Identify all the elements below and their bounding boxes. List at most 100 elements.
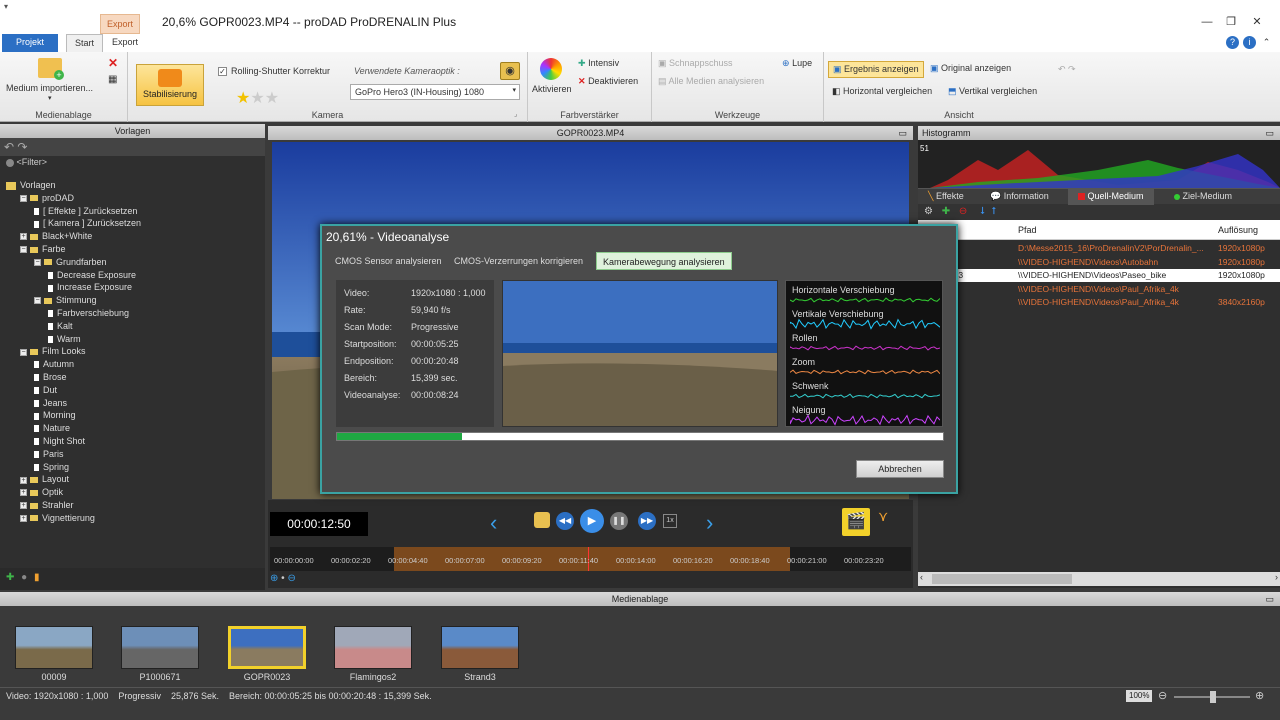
tab-projekt[interactable]: Projekt [2, 34, 58, 52]
zoom-out-icon[interactable]: ⊖ [287, 573, 295, 584]
tab-effekte[interactable]: ╲ Effekte [928, 191, 964, 202]
tab-cmos-verzerrungen[interactable]: CMOS-Verzerrungen korrigieren [448, 252, 589, 270]
speed-button[interactable]: 1x [663, 514, 677, 528]
tree-item[interactable]: − Farbe [20, 244, 66, 254]
media-row[interactable]: 3\\VIDEO-HIGHEND\Videos\Paul_Afrika_4k38… [918, 296, 1280, 309]
folder-add-icon[interactable]: + [38, 58, 64, 80]
zoom-out-icon[interactable]: ⊖ [1158, 688, 1167, 704]
media-row[interactable]: igos2\\VIDEO-HIGHEND\Videos\Paul_Afrika_… [918, 283, 1280, 296]
tree-item[interactable]: − Stimmung [34, 295, 97, 305]
tree-item[interactable]: Vorlagen [6, 180, 56, 190]
redo-icon[interactable]: ↷ [17, 140, 27, 154]
tree-item[interactable]: − Film Looks [20, 346, 86, 356]
tab-information[interactable]: 💬 Information [990, 191, 1049, 202]
tree-item[interactable]: + Layout [20, 474, 69, 484]
tree-item[interactable]: Nature [34, 423, 70, 433]
tree-item[interactable]: Autumn [34, 359, 74, 369]
expand-icon[interactable]: − [34, 297, 41, 305]
expand-icon[interactable]: + [20, 514, 27, 522]
media-row[interactable]: R0023\\VIDEO-HIGHEND\Videos\Paseo_bike19… [918, 269, 1280, 282]
abbrechen-button[interactable]: Abbrechen [856, 460, 944, 478]
chevron-down-icon[interactable]: ▾ [48, 94, 52, 102]
expand-icon[interactable]: − [20, 348, 27, 356]
tree-item[interactable]: Decrease Exposure [48, 270, 136, 280]
tree-item[interactable]: + Vignettierung [20, 513, 95, 523]
tree-item[interactable]: Jeans [34, 398, 67, 408]
import-icon[interactable]: ▮ [34, 572, 40, 583]
expand-icon[interactable]: + [20, 476, 27, 484]
tree-item[interactable]: Warm [48, 334, 81, 344]
timeline[interactable]: 00:00:00:00 00:00:02:20 00:00:04:40 00:00:0… [270, 547, 911, 571]
lupe-button[interactable]: ⊕ Lupe [782, 58, 812, 69]
media-row[interactable]: D:\Messe2015_16\ProDrenalinV2\PorDrenali… [918, 242, 1280, 255]
skip-forward-icon[interactable]: ▶▶ [638, 512, 656, 530]
remove-icon[interactable]: ⊖ [959, 206, 967, 217]
medium-importieren-button[interactable]: Medium importieren... [6, 83, 93, 93]
column-aufloesung[interactable]: Auflösung [1218, 225, 1258, 235]
system-menu-icon[interactable]: ▾ [4, 2, 8, 11]
minimize-button[interactable]: — [1198, 15, 1216, 29]
tree-item[interactable]: Morning [34, 410, 76, 420]
move-up-icon[interactable]: ⭡ [992, 206, 997, 217]
collapse-ribbon-icon[interactable]: ⌃ [1260, 36, 1273, 49]
color-boost-icon[interactable] [540, 58, 562, 80]
maximize-button[interactable]: ❐ [1222, 15, 1240, 29]
schnappschuss-button[interactable]: ▣ Schnappschuss [658, 58, 733, 69]
media-row[interactable]: 0671\\VIDEO-HIGHEND\Videos\Autobahn1920x… [918, 256, 1280, 269]
expand-icon[interactable]: − [20, 194, 27, 202]
undo-icon[interactable]: ↶ [4, 140, 14, 154]
play-icon[interactable]: ▶ [580, 509, 604, 533]
maximize-panel-icon[interactable]: ▭ [898, 126, 907, 140]
stabilisierung-button[interactable]: Stabilisierung [136, 64, 204, 106]
tree-item[interactable]: Increase Exposure [48, 282, 132, 292]
horizontal-scrollbar[interactable]: ‹ › [918, 572, 1280, 586]
tree-item[interactable]: Night Shot [34, 436, 85, 446]
zoom-slider-thumb[interactable] [1210, 691, 1216, 703]
trim-markers-icon[interactable]: ⋎ [878, 508, 888, 525]
media-thumbnail[interactable] [121, 626, 199, 669]
tree-item[interactable]: − proDAD [20, 193, 74, 203]
skip-back-icon[interactable]: ◀◀ [556, 512, 574, 530]
zoom-fit-icon[interactable]: • [281, 573, 285, 584]
move-down-icon[interactable]: ⭣ [980, 206, 985, 217]
tree-item[interactable]: Brose [34, 372, 67, 382]
help-icon[interactable]: ? [1226, 36, 1239, 49]
maximize-panel-icon[interactable]: ▭ [1265, 592, 1274, 606]
zoom-in-icon[interactable]: ⊕ [270, 573, 278, 584]
film-strip-icon[interactable]: ▦ [108, 74, 117, 85]
deaktivieren-button[interactable]: ✕ Deaktivieren [578, 76, 638, 87]
aktivieren-button[interactable]: Aktivieren [532, 84, 572, 94]
tab-cmos-sensor[interactable]: CMOS Sensor analysieren [329, 252, 448, 270]
tree-item[interactable]: + Strahler [20, 500, 74, 510]
media-thumbnail[interactable] [15, 626, 93, 669]
tab-kamerabewegung[interactable]: Kamerabewegung analysieren [596, 252, 732, 270]
loop-icon[interactable] [534, 512, 550, 528]
intensiv-button[interactable]: ✚ Intensiv [578, 58, 619, 69]
scrollbar-thumb[interactable] [932, 574, 1072, 584]
maximize-panel-icon[interactable]: ▭ [1265, 126, 1274, 140]
tree-item[interactable]: − Grundfarben [34, 257, 107, 267]
alle-medien-button[interactable]: ▤ Alle Medien analysieren [658, 76, 764, 87]
column-pfad[interactable]: Pfad [1018, 225, 1037, 235]
zoom-in-icon[interactable]: ⊕ [1255, 688, 1264, 704]
remove-icon[interactable]: ● [21, 572, 27, 583]
tree-item[interactable]: Spring [34, 462, 69, 472]
expand-icon[interactable]: − [20, 246, 27, 254]
original-anzeigen-button[interactable]: ▣ Original anzeigen [930, 63, 1011, 74]
tree-item[interactable]: Kalt [48, 321, 73, 331]
next-marker-icon[interactable]: › [706, 510, 713, 536]
settings-icon[interactable]: ⚙ [924, 206, 933, 217]
scroll-left-icon[interactable]: ‹ [920, 572, 923, 582]
add-icon[interactable]: ✚ [6, 572, 14, 583]
close-button[interactable]: ✕ [1248, 15, 1266, 29]
expand-icon[interactable]: + [20, 489, 27, 497]
ergebnis-anzeigen-button[interactable]: ▣ Ergebnis anzeigen [828, 61, 924, 78]
media-thumbnail[interactable] [441, 626, 519, 669]
expand-icon[interactable]: + [20, 233, 27, 241]
remove-icon[interactable]: ✕ [108, 56, 118, 70]
filter-field[interactable]: <Filter> [0, 156, 265, 170]
tree-item[interactable]: + Black+White [20, 231, 92, 241]
horizontal-vergleichen-button[interactable]: ◧ Horizontal vergleichen [832, 86, 932, 97]
tab-quell-medium[interactable]: Quell-Medium [1068, 189, 1154, 205]
tree-item[interactable]: Paris [34, 449, 64, 459]
